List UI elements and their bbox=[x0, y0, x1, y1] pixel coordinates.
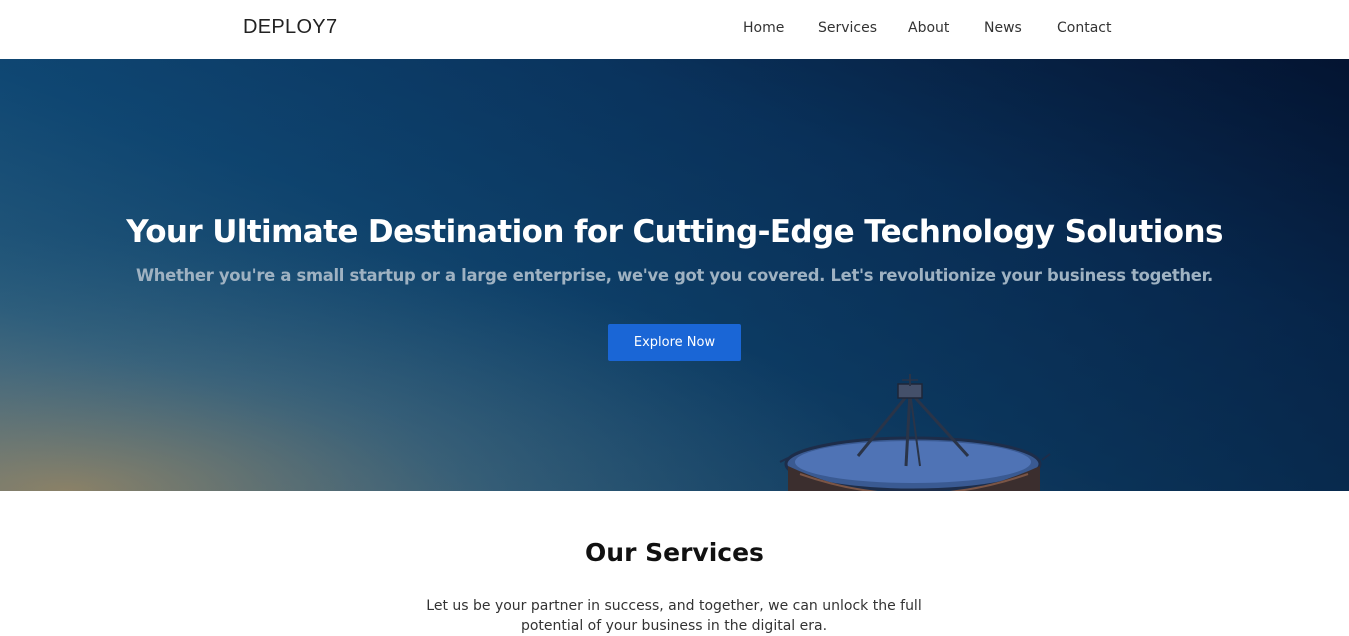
nav-link-home[interactable]: Home bbox=[743, 20, 784, 36]
services-section: Our Services Let us be your partner in s… bbox=[0, 491, 1349, 634]
nav-links: Home Services About News Contact bbox=[0, 20, 1349, 40]
navbar: DEPLOY7 Home Services About News Contact bbox=[0, 0, 1349, 59]
hero-section: Your Ultimate Destination for Cutting-Ed… bbox=[0, 59, 1349, 491]
services-title: Our Services bbox=[585, 538, 764, 567]
explore-now-button[interactable]: Explore Now bbox=[608, 324, 741, 361]
nav-link-news[interactable]: News bbox=[984, 20, 1022, 36]
services-description: Let us be your partner in success, and t… bbox=[426, 598, 922, 634]
hero-subtitle: Whether you're a small startup or a larg… bbox=[136, 266, 1213, 285]
hero-title: Your Ultimate Destination for Cutting-Ed… bbox=[126, 214, 1223, 250]
nav-link-about[interactable]: About bbox=[908, 20, 949, 36]
satellite-dish-image bbox=[779, 374, 1051, 491]
nav-link-contact[interactable]: Contact bbox=[1057, 20, 1111, 36]
nav-link-services[interactable]: Services bbox=[818, 20, 877, 36]
